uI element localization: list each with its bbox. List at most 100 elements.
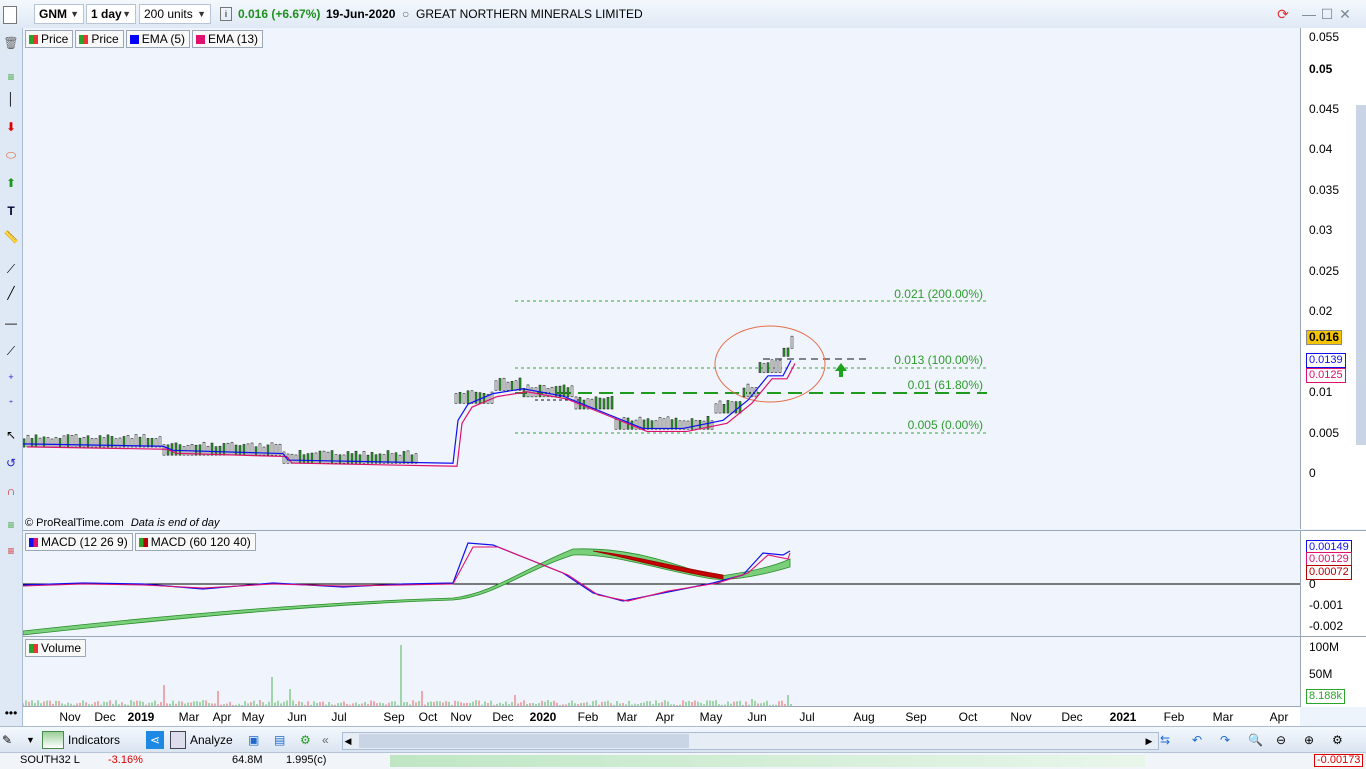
undo-cursor-icon[interactable]: ↺ [2,454,20,472]
analyze-button[interactable]: Analyze [170,730,233,750]
candle [314,452,318,464]
chevron-down-icon[interactable]: ▼ [26,730,35,750]
candle [618,420,622,430]
magnet-icon[interactable]: ∩ [2,482,20,500]
settings-icon[interactable]: ⚙ [1332,730,1343,750]
candle [510,381,514,391]
volume-pane[interactable]: Volume [23,636,1300,707]
horizontal-scrollbar[interactable]: ◀ ▶ [342,732,1159,750]
line-icon[interactable]: ╱ [2,284,20,302]
fib-retracement-icon[interactable]: ≡ [2,542,20,560]
side-scrollbar[interactable] [1356,105,1366,445]
maximize-icon[interactable]: ☐ [1318,5,1336,23]
candle [414,453,418,464]
volume-chart [23,645,792,707]
quote-date: 19-Jun-2020 [326,7,396,21]
units-select[interactable]: 200 units ▼ [139,4,211,24]
scrollbar-thumb[interactable] [359,734,689,748]
macd-chart[interactable] [23,531,1300,636]
volume-y-axis[interactable]: 100M 50M 8.188k [1300,636,1366,707]
candle [23,438,26,448]
arrow-up-marker[interactable] [835,363,847,377]
highlight-ellipse[interactable] [714,325,826,403]
macd-y-axis[interactable]: 0.00149 0.00129 0.00072 0 -0.001 -0.002 [1300,530,1366,636]
scroll-right-icon[interactable]: ▶ [1143,733,1155,749]
info-icon[interactable]: i [220,7,232,21]
price-tick: 0.035 [1309,183,1340,197]
x-tick-label: Jun [747,710,767,724]
x-axis[interactable]: Nov Dec 2019 Mar Apr May Jun Jul Sep Oct Nov Dec 202… [23,706,1300,727]
copyright-line: © ProRealTime.com Data is end of day [25,517,220,529]
macd-pane[interactable]: MACD (12 26 9) MACD (60 120 40) [23,530,1300,636]
candle [674,417,678,430]
status-value-tag: -0.00173 [1314,754,1364,767]
candle [566,387,570,398]
text-icon[interactable]: T [2,202,20,220]
volume-tick: 50M [1309,667,1333,681]
double-chevron-left-icon[interactable]: « [322,730,329,750]
minimize-icon[interactable]: — [1300,5,1318,23]
ellipse-icon[interactable]: ⬭ [2,146,20,164]
candle [250,442,254,456]
fibonacci-icon[interactable]: ≡ [2,68,20,86]
pencil-icon[interactable]: ✎ [2,730,12,750]
refresh-icon[interactable]: ⟳ [1274,5,1292,23]
cursor-icon[interactable]: ↖ [2,426,20,444]
plus-icon[interactable]: + [2,368,20,386]
chat-icon[interactable]: ▣ [248,730,259,750]
screener-icon[interactable]: ⚙ [300,730,311,750]
candle [218,445,222,456]
price-tick: 0.05 [1309,62,1333,76]
arrow-down-icon[interactable]: ⬇ [2,118,20,136]
candle [310,452,314,464]
sync-icon[interactable]: ⇆ [1160,730,1170,750]
candle [406,450,410,464]
interval-select[interactable]: 1 day ▼ [86,4,136,24]
undo-icon[interactable]: ↶ [1192,730,1202,750]
indicators-label: Indicators [68,733,121,747]
ruler-icon[interactable]: 📏 [2,228,20,246]
x-tick-label: 2019 [127,710,155,724]
chart-window-icon[interactable]: ▤ [274,730,285,750]
indicators-button[interactable]: Indicators [42,730,120,750]
fib-label-0: 0.005 (0.00%) [908,418,983,432]
scroll-left-icon[interactable]: ◀ [343,733,353,749]
arrow-up-icon[interactable]: ⬆ [2,174,20,192]
close-icon[interactable]: ✕ [1336,5,1354,23]
trash-icon[interactable]: 🗑 [2,34,20,52]
drawing-toolbar: 🗑 ≡ │ ⬇ ⬭ ⬆ T 📏 ⟋ ╱ — ⟋ + ⁺ ↖ ↺ ∩ ≡ ≡ ••… [0,28,23,726]
candle [78,437,82,448]
macd-line [23,542,791,602]
trendline-icon[interactable]: ⟋ [2,260,20,278]
price-tick: 0.005 [1309,426,1340,440]
ema13-line [26,363,796,467]
candle [734,401,738,414]
zoom-in-icon[interactable]: ⊕ [1304,730,1314,750]
scale-icon[interactable]: ⁺ [2,394,20,412]
x-tick-label: Nov [1010,710,1032,724]
redo-icon[interactable]: ↷ [1220,730,1230,750]
price-chart[interactable]: 0.021 (200.00%) 0.013 (100.00%) 0.01 (61… [23,28,1300,529]
chevron-down-icon: ▼ [70,9,79,19]
channel-icon[interactable]: ⟋ [2,342,20,360]
company-name: GREAT NORTHERN MINERALS LIMITED [416,7,643,21]
symbol-select[interactable]: GNM ▼ [34,4,84,24]
vertical-line-icon[interactable]: │ [2,90,20,108]
horizontal-line-icon[interactable]: — [2,314,20,332]
data-icon[interactable] [3,6,17,24]
share-icon[interactable]: ⋖ [146,730,164,750]
candle [658,417,662,430]
zoom-fit-icon[interactable]: 🔍 [1248,730,1263,750]
candle [790,335,794,349]
more-icon[interactable]: ••• [2,704,20,722]
ticker-name[interactable]: SOUTH32 L [20,754,80,766]
x-tick-label: Nov [450,710,472,724]
x-tick-label: Aug [853,710,875,724]
zoom-out-icon[interactable]: ⊖ [1276,730,1286,750]
candle [306,453,310,464]
data-note: Data is end of day [130,517,220,529]
bottom-toolbar: ✎ ▼ Indicators ⋖ Analyze ▣ ▤ ⚙ « ◀ ▶ ⇆ ↶… [0,726,1366,753]
x-tick-label: Dec [1061,710,1083,724]
price-pane[interactable]: Price Price EMA (5) EMA (13) 0.021 (200.… [23,28,1300,529]
fib-fan-icon[interactable]: ≡ [2,516,20,534]
